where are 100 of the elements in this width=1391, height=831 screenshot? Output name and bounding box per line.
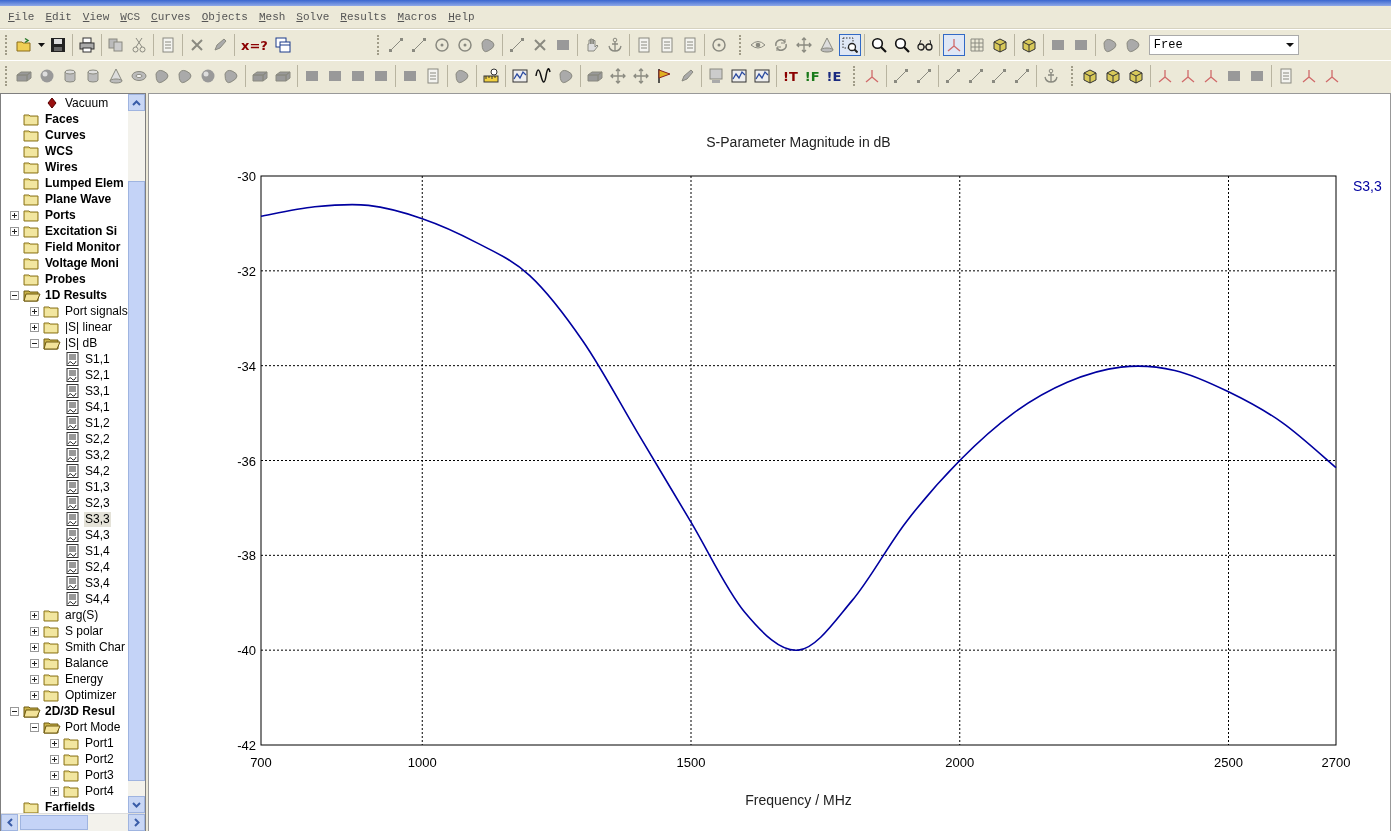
tree-item[interactable]: Smith Char: [64, 639, 127, 655]
tree-toggle[interactable]: [50, 770, 59, 780]
tree-item[interactable]: arg(S): [64, 607, 100, 623]
tree-item[interactable]: Field Monitor: [44, 239, 122, 255]
folder-icon: [23, 112, 41, 126]
menu-item[interactable]: Solve: [291, 11, 336, 23]
curve-icon: [63, 560, 81, 574]
menu-item[interactable]: Help: [443, 11, 481, 23]
toolbar-button[interactable]: !F: [801, 65, 823, 87]
tree-item[interactable]: S3,3: [84, 511, 111, 527]
tree-toggle[interactable]: [30, 674, 39, 684]
tree-item[interactable]: Port2: [84, 751, 115, 767]
tree-toggle[interactable]: [50, 738, 59, 748]
toolbar-button[interactable]: x=?: [238, 34, 271, 56]
scrollbar[interactable]: [128, 94, 145, 813]
tree-item[interactable]: Probes: [44, 271, 87, 287]
tree-item[interactable]: Optimizer: [64, 687, 118, 703]
dropdown-field[interactable]: Free: [1148, 35, 1299, 55]
tree-toggle[interactable]: [30, 658, 39, 668]
tree-toggle[interactable]: [30, 610, 39, 620]
tree-toggle[interactable]: [10, 226, 19, 236]
menu-item[interactable]: Objects: [196, 11, 254, 23]
tree-item[interactable]: Vacuum: [64, 95, 110, 111]
tree-item[interactable]: S2,2: [84, 431, 111, 447]
tree-toggle[interactable]: [10, 210, 19, 220]
scroll-left-button[interactable]: [1, 814, 18, 831]
tree-toggle[interactable]: [30, 722, 39, 732]
toolbar-button[interactable]: !E: [823, 65, 845, 87]
tree-item[interactable]: Port1: [84, 735, 115, 751]
tree-item[interactable]: S2,1: [84, 367, 111, 383]
tree-item[interactable]: S2,4: [84, 559, 111, 575]
menu-item[interactable]: File: [3, 11, 41, 23]
curve-icon: [63, 384, 81, 398]
tree-item[interactable]: Plane Wave: [44, 191, 113, 207]
tree-item[interactable]: S polar: [64, 623, 105, 639]
menu-item[interactable]: Curves: [146, 11, 197, 23]
tree-item[interactable]: S1,3: [84, 479, 111, 495]
toolbar-button[interactable]: [838, 34, 861, 56]
menu-item[interactable]: Edit: [40, 11, 78, 23]
tree-item[interactable]: S4,2: [84, 463, 111, 479]
tree-item[interactable]: S2,3: [84, 495, 111, 511]
tree-item[interactable]: S4,1: [84, 399, 111, 415]
toolbar-button[interactable]: [76, 34, 98, 56]
toolbar-grip[interactable]: [376, 35, 380, 55]
toolbar-grip[interactable]: [1071, 66, 1075, 86]
tree-toggle[interactable]: [30, 626, 39, 636]
menu-item[interactable]: Mesh: [253, 11, 292, 23]
tree-item[interactable]: Farfields: [44, 799, 96, 813]
tree-item[interactable]: Port signals: [64, 303, 128, 319]
scroll-right-button[interactable]: [128, 814, 145, 831]
tree-item[interactable]: |S| linear: [64, 319, 113, 335]
tree-toggle[interactable]: [30, 306, 39, 316]
tree-toggle[interactable]: [10, 290, 19, 300]
tree-toggle[interactable]: [50, 786, 59, 796]
menu-item[interactable]: Results: [335, 11, 393, 23]
tree-item[interactable]: Ports: [44, 207, 77, 223]
tree-item[interactable]: 1D Results: [44, 287, 109, 303]
tree-item[interactable]: S3,2: [84, 447, 111, 463]
tree-item[interactable]: Wires: [44, 159, 79, 175]
tree-item[interactable]: Energy: [64, 671, 105, 687]
tree-item[interactable]: Curves: [44, 127, 87, 143]
scroll-down-button[interactable]: [128, 796, 145, 813]
tree-item[interactable]: S1,2: [84, 415, 111, 431]
tree-item[interactable]: Port3: [84, 767, 115, 783]
tree-item[interactable]: Balance: [64, 655, 110, 671]
tree-item[interactable]: |S| dB: [64, 335, 99, 351]
tree-item[interactable]: WCS: [44, 143, 74, 159]
page-icon: [425, 68, 441, 84]
tree-toggle[interactable]: [30, 642, 39, 652]
scrollbar[interactable]: [1, 813, 145, 831]
scroll-thumb[interactable]: [20, 815, 88, 830]
toolbar-button[interactable]: !T: [780, 65, 801, 87]
tree-toggle[interactable]: [50, 754, 59, 764]
tree-item[interactable]: Port Mode: [64, 719, 122, 735]
toolbar-grip[interactable]: [5, 35, 8, 55]
toolbar-grip[interactable]: [738, 35, 742, 55]
tree-toggle[interactable]: [30, 322, 39, 332]
menu-item[interactable]: WCS: [115, 11, 147, 23]
tree-toggle[interactable]: [30, 338, 39, 348]
tree-item[interactable]: Lumped Elem: [44, 175, 125, 191]
tree-toggle[interactable]: [10, 706, 19, 716]
tree-item[interactable]: S1,4: [84, 543, 111, 559]
scroll-up-button[interactable]: [128, 94, 145, 111]
tree-item[interactable]: 2D/3D Resul: [44, 703, 117, 719]
tree-item[interactable]: Voltage Moni: [44, 255, 120, 271]
tree-item[interactable]: Port4: [84, 783, 115, 799]
menu-item[interactable]: View: [77, 11, 116, 23]
tree-item[interactable]: S1,1: [84, 351, 111, 367]
scroll-thumb[interactable]: [128, 181, 145, 781]
tree-item[interactable]: S3,1: [84, 383, 111, 399]
tree-item[interactable]: Excitation Si: [44, 223, 119, 239]
toolbar-grip[interactable]: [5, 66, 8, 86]
tree-item[interactable]: S4,4: [84, 591, 111, 607]
move-icon: [633, 68, 649, 84]
tree-item[interactable]: Faces: [44, 111, 81, 127]
tree-toggle[interactable]: [30, 690, 39, 700]
menu-item[interactable]: Macros: [392, 11, 444, 23]
tree-item[interactable]: S3,4: [84, 575, 111, 591]
toolbar-grip[interactable]: [853, 66, 857, 86]
tree-item[interactable]: S4,3: [84, 527, 111, 543]
